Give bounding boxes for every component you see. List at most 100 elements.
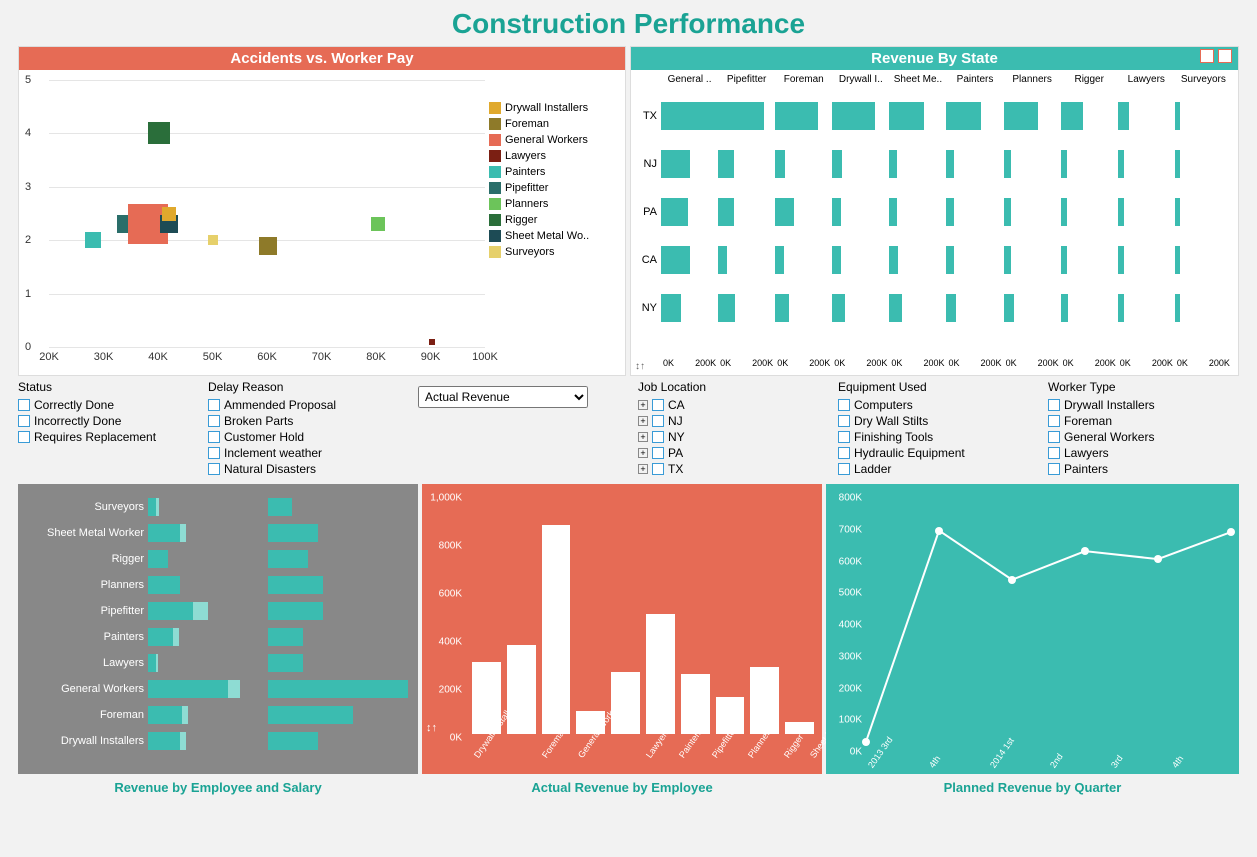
filter-item[interactable]: Computers	[838, 398, 1028, 412]
bar[interactable]	[1061, 150, 1067, 178]
bar[interactable]	[785, 722, 814, 734]
bar[interactable]	[889, 294, 902, 322]
expand-icon[interactable]: +	[638, 448, 648, 458]
bar[interactable]	[661, 246, 690, 274]
data-point[interactable]	[208, 235, 218, 245]
bar[interactable]	[718, 150, 734, 178]
filter-item[interactable]: General Workers	[1048, 430, 1239, 444]
filter-item[interactable]: Natural Disasters	[208, 462, 398, 476]
bar[interactable]	[542, 525, 571, 734]
checkbox[interactable]	[1048, 415, 1060, 427]
filter-item[interactable]: +PA	[638, 446, 818, 460]
checkbox[interactable]	[1048, 431, 1060, 443]
bar[interactable]	[775, 150, 785, 178]
column-header[interactable]: Pipefitter	[718, 74, 775, 92]
bar[interactable]	[889, 246, 898, 274]
legend-item[interactable]: Surveyors	[489, 244, 619, 260]
data-point[interactable]	[1008, 576, 1016, 584]
checkbox[interactable]	[838, 447, 850, 459]
filter-item[interactable]: Requires Replacement	[18, 430, 188, 444]
checkbox[interactable]	[838, 431, 850, 443]
bar[interactable]	[1175, 102, 1180, 130]
column-header[interactable]: Sheet Me..	[889, 74, 946, 92]
legend-item[interactable]: Rigger	[489, 212, 619, 228]
bar[interactable]	[1118, 294, 1124, 322]
bar[interactable]	[1061, 102, 1084, 130]
expand-icon[interactable]: +	[638, 400, 648, 410]
bar[interactable]	[661, 102, 718, 130]
checkbox[interactable]	[838, 399, 850, 411]
bar[interactable]	[889, 198, 896, 226]
exclude-icon[interactable]	[1218, 49, 1232, 63]
filter-item[interactable]: Ammended Proposal	[208, 398, 398, 412]
bar[interactable]	[661, 150, 690, 178]
bar[interactable]	[268, 654, 303, 672]
bar[interactable]	[718, 246, 727, 274]
column-header[interactable]: Rigger	[1061, 74, 1118, 92]
anchor-icon[interactable]: ↕↑	[426, 722, 437, 734]
filter-item[interactable]: Drywall Installers	[1048, 398, 1239, 412]
row-label[interactable]: NY	[631, 286, 661, 330]
checkbox[interactable]	[208, 399, 220, 411]
filter-item[interactable]: +NJ	[638, 414, 818, 428]
filter-item[interactable]: Hydraulic Equipment	[838, 446, 1028, 460]
data-point[interactable]	[1154, 555, 1162, 563]
column-header[interactable]: Foreman	[775, 74, 832, 92]
bar[interactable]	[681, 674, 710, 734]
bar[interactable]	[148, 576, 180, 594]
filter-item[interactable]: +NY	[638, 430, 818, 444]
bar[interactable]	[1061, 198, 1067, 226]
checkbox[interactable]	[18, 431, 30, 443]
data-point[interactable]	[259, 237, 277, 255]
filter-item[interactable]: Correctly Done	[18, 398, 188, 412]
bar[interactable]	[718, 198, 734, 226]
filter-item[interactable]: Lawyers	[1048, 446, 1239, 460]
expand-icon[interactable]: +	[638, 416, 648, 426]
filter-item[interactable]: Dry Wall Stilts	[838, 414, 1028, 428]
bar[interactable]	[268, 602, 323, 620]
legend-item[interactable]: Drywall Installers	[489, 100, 619, 116]
bar[interactable]	[148, 628, 173, 646]
filter-item[interactable]: +TX	[638, 462, 818, 476]
bar[interactable]	[832, 246, 841, 274]
bar[interactable]	[148, 732, 180, 750]
filter-item[interactable]: Inclement weather	[208, 446, 398, 460]
filter-item[interactable]: Foreman	[1048, 414, 1239, 428]
bar[interactable]	[832, 150, 842, 178]
checkbox[interactable]	[208, 415, 220, 427]
bar[interactable]	[148, 654, 156, 672]
row-label[interactable]: TX	[631, 94, 661, 138]
bar[interactable]	[946, 246, 953, 274]
data-point[interactable]	[1227, 528, 1235, 536]
row-label[interactable]: NJ	[631, 142, 661, 186]
anchor-icon[interactable]: ↕↑	[635, 361, 645, 372]
bar[interactable]	[228, 680, 240, 698]
bar[interactable]	[1175, 198, 1180, 226]
legend-item[interactable]: Sheet Metal Wo..	[489, 228, 619, 244]
bar[interactable]	[1004, 198, 1011, 226]
bar[interactable]	[889, 102, 923, 130]
checkbox[interactable]	[1048, 447, 1060, 459]
filter-item[interactable]: Ladder	[838, 462, 1028, 476]
bar[interactable]	[832, 294, 845, 322]
bar[interactable]	[775, 246, 784, 274]
bar[interactable]	[1061, 294, 1068, 322]
bar[interactable]	[268, 628, 303, 646]
checkbox[interactable]	[1048, 463, 1060, 475]
bar[interactable]	[1004, 102, 1038, 130]
bar[interactable]	[182, 706, 188, 724]
filter-item[interactable]: +CA	[638, 398, 818, 412]
revenue-select[interactable]: Actual Revenue	[418, 386, 588, 408]
bar[interactable]	[1004, 294, 1014, 322]
bar[interactable]	[180, 524, 186, 542]
bar[interactable]	[193, 602, 208, 620]
checkbox[interactable]	[652, 431, 664, 443]
legend-item[interactable]: Planners	[489, 196, 619, 212]
checkbox[interactable]	[208, 447, 220, 459]
bar[interactable]	[268, 524, 318, 542]
bar[interactable]	[1118, 246, 1124, 274]
filter-item[interactable]: Customer Hold	[208, 430, 398, 444]
bar[interactable]	[946, 294, 956, 322]
data-point[interactable]	[85, 232, 101, 248]
bar[interactable]	[775, 198, 794, 226]
